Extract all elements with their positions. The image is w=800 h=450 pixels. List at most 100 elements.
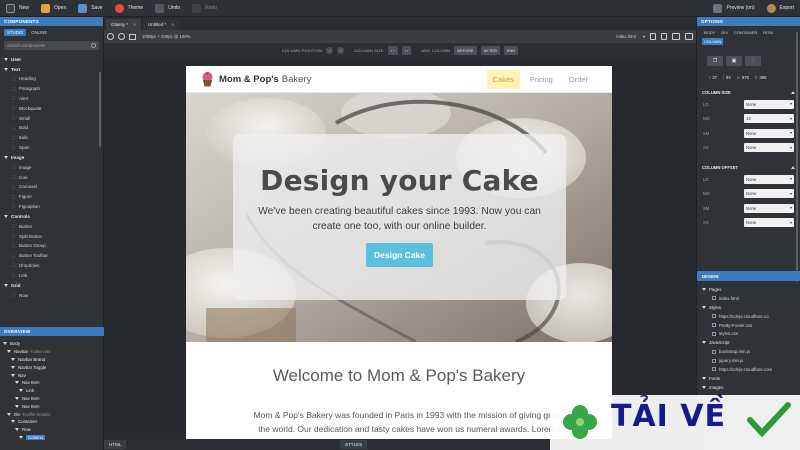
breakpoint-select[interactable]: None	[744, 128, 794, 138]
component-item[interactable]: Button Group	[4, 241, 99, 251]
component-item[interactable]: Italic	[4, 133, 99, 143]
overview-node[interactable]: Navbar Brand	[3, 356, 101, 364]
page-preview[interactable]: Mom & Pop's Bakery Cakes Pricing Order D…	[186, 66, 612, 439]
overview-node[interactable]: Navbar Toggle	[3, 363, 101, 371]
overview-node[interactable]: Nav Item	[3, 379, 101, 387]
breakpoint-select[interactable]: None	[744, 218, 794, 228]
doc-tab-untitled[interactable]: Untitled * ×	[142, 19, 180, 30]
open-button[interactable]: Open	[35, 0, 72, 17]
overview-node[interactable]: Container	[3, 418, 101, 426]
component-item[interactable]: Figcaption	[4, 202, 99, 212]
component-category[interactable]: Grid	[4, 280, 99, 290]
component-category[interactable]: Image	[4, 152, 99, 162]
design-file[interactable]: Pretty-Footer.css	[702, 321, 796, 330]
more-icon[interactable]: ⋮	[745, 56, 761, 66]
undo-button[interactable]: Undo	[149, 0, 186, 17]
overview-node[interactable]: Column	[3, 434, 101, 442]
component-item[interactable]: Figure	[4, 192, 99, 202]
components-scrollbar[interactable]	[99, 72, 101, 147]
overview-node[interactable]: Link	[3, 387, 101, 395]
overview-node[interactable]: Navbar #cake-nav	[3, 348, 101, 356]
add-before-button[interactable]: BEFORE	[454, 45, 477, 55]
breakpoint-select[interactable]: None	[744, 203, 794, 213]
breakpoint-select[interactable]: None	[744, 174, 794, 184]
tablet-icon[interactable]	[661, 33, 667, 40]
site-brand[interactable]: Mom & Pop's Bakery	[201, 71, 311, 87]
path-tab[interactable]: COLUMN	[702, 38, 724, 45]
component-item[interactable]: Blockquote	[4, 103, 99, 113]
options-scrollbar[interactable]	[796, 32, 798, 282]
tab-html[interactable]: HTML	[104, 440, 127, 449]
nav-link-cakes[interactable]: Cakes	[486, 69, 520, 89]
tab-studio[interactable]: STUDIO	[4, 29, 27, 36]
theme-button[interactable]: Theme	[109, 0, 150, 17]
breakpoint-select[interactable]: 12	[744, 114, 794, 124]
shrink-column-button[interactable]: ‹ ›	[387, 45, 398, 55]
design-file[interactable]: styles.css	[702, 329, 796, 338]
export-button[interactable]: Export	[761, 0, 800, 17]
component-category[interactable]: Text	[4, 64, 99, 74]
path-tab[interactable]: ROW	[761, 29, 775, 36]
zoom-in-icon[interactable]	[107, 33, 114, 40]
close-icon[interactable]: ×	[133, 22, 136, 27]
design-section[interactable]: Styles	[702, 303, 796, 312]
design-file[interactable]: https://cdnjs.cloudflare.com	[702, 365, 796, 374]
design-section[interactable]: Images	[702, 383, 796, 392]
collapse-icon[interactable]	[791, 91, 795, 94]
component-item[interactable]: Small	[4, 113, 99, 123]
component-item[interactable]: Alert	[4, 94, 99, 104]
add-after-button[interactable]: AFTER	[480, 45, 500, 55]
path-tab[interactable]: CONTAINER	[732, 29, 759, 36]
overview-node[interactable]: Nav Item	[3, 395, 101, 403]
screenshot-icon[interactable]	[129, 33, 136, 40]
phone-icon[interactable]	[650, 33, 656, 40]
collapse-icon[interactable]	[791, 166, 795, 169]
component-item[interactable]: Span	[4, 143, 99, 153]
path-tab[interactable]: BODY	[702, 29, 717, 36]
laptop-icon[interactable]	[672, 33, 680, 40]
component-item[interactable]: Row	[4, 290, 99, 300]
component-item[interactable]: Heading	[4, 74, 99, 84]
design-cake-button[interactable]: Design Cake	[365, 243, 434, 267]
component-item[interactable]: Split Button	[4, 231, 99, 241]
tab-styles[interactable]: STYLES	[340, 440, 368, 449]
overview-node[interactable]: Div #cuffin-header	[3, 410, 101, 418]
component-category[interactable]: Controls	[4, 211, 99, 221]
column-offset-section[interactable]: COLUMN OFFSET	[697, 163, 800, 172]
component-item[interactable]: Bold	[4, 123, 99, 133]
copy-icon[interactable]: ❐	[707, 56, 723, 66]
new-button[interactable]: New	[0, 0, 35, 17]
nav-link-pricing[interactable]: Pricing	[524, 70, 559, 89]
preview-button[interactable]: Preview (on)	[707, 0, 760, 17]
column-size-section[interactable]: COLUMN SIZE	[697, 88, 800, 97]
move-right-button[interactable]: ›	[337, 46, 345, 54]
tab-online[interactable]: ONLINE	[28, 29, 50, 36]
design-section[interactable]: Pages	[702, 285, 796, 294]
add-end-button[interactable]: END	[503, 45, 519, 55]
component-item[interactable]: Link	[4, 270, 99, 280]
design-file[interactable]: jquery.min.js	[702, 356, 796, 365]
component-item[interactable]: Button Toolbar	[4, 251, 99, 261]
page-select[interactable]: index.html	[616, 34, 636, 39]
design-section[interactable]: Fonts	[702, 374, 796, 383]
breakpoint-select[interactable]: None	[744, 189, 794, 199]
component-item[interactable]: Button	[4, 221, 99, 231]
nav-link-order[interactable]: Order	[563, 70, 594, 89]
component-item[interactable]: Icon	[4, 172, 99, 182]
component-item[interactable]: Paragraph	[4, 84, 99, 94]
design-file[interactable]: bootstrap.min.js	[702, 347, 796, 356]
component-search-input[interactable]: Search components	[4, 41, 99, 50]
component-item[interactable]: Image	[4, 162, 99, 172]
overview-node[interactable]: Row	[3, 426, 101, 434]
component-item[interactable]: Dropdown	[4, 261, 99, 271]
desktop-icon[interactable]	[685, 33, 693, 40]
design-file[interactable]: index.html	[702, 294, 796, 303]
component-category[interactable]: User	[4, 54, 99, 64]
zoom-out-icon[interactable]	[118, 33, 125, 40]
breakpoint-select[interactable]: None	[744, 143, 794, 153]
component-item[interactable]: Carousel	[4, 182, 99, 192]
breakpoint-select[interactable]: None	[744, 99, 794, 109]
design-section[interactable]: JavaScript	[702, 338, 796, 347]
overview-node[interactable]: Nav	[3, 371, 101, 379]
save-button[interactable]: Save	[72, 0, 108, 17]
